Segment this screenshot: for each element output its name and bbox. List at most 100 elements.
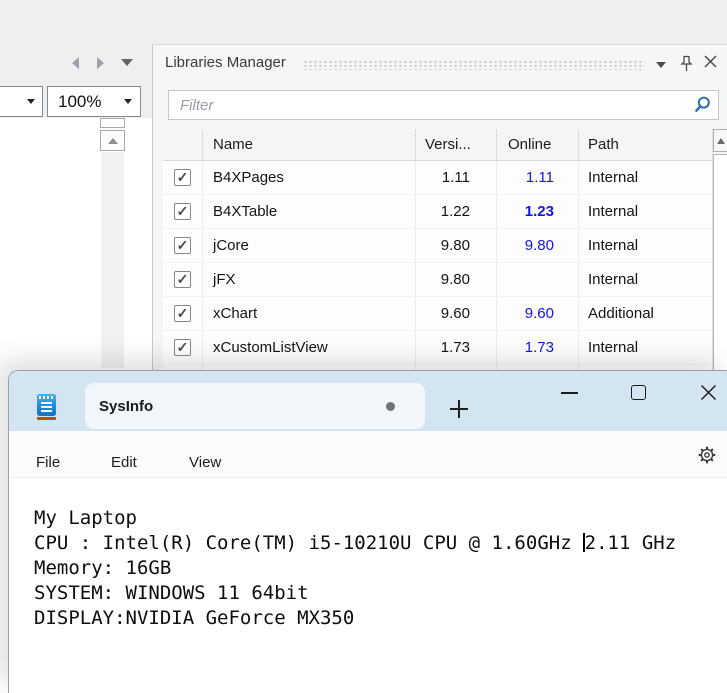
library-name: B4XPages [203,161,416,194]
editor-scrollbar[interactable] [101,152,124,368]
menu-item-label: File [36,454,61,471]
notepad-text-line: My Laptop [34,507,137,529]
splitter-grip[interactable] [100,118,125,128]
libraries-manager-panel: Libraries Manager Filter Name Versi... O… [152,44,727,376]
header-name[interactable]: Name [203,129,416,160]
library-online-version: 9.60 [497,297,579,330]
minimize-button[interactable] [561,392,578,394]
library-version: 1.22 [416,195,497,228]
library-version: 1.73 [416,331,497,364]
library-online-version: 1.11 [497,161,579,194]
library-name: B4XTable [203,195,416,228]
library-path: Internal [588,271,639,288]
notepad-text-line: Memory: 16GB [34,557,172,579]
table-row[interactable]: ✓ B4XPages 1.11 1.11 Internal [163,161,712,195]
row-checkbox-cell: ✓ [163,331,203,364]
check-icon: ✓ [176,202,189,219]
row-checkbox-cell: ✓ [163,229,203,262]
notepad-text-area[interactable]: My Laptop CPU : Intel(R) Core(TM) i5-102… [9,478,727,693]
table-row[interactable]: ✓ xCustomListView 1.73 1.73 Internal [163,331,712,365]
library-table-rows: ✓ B4XPages 1.11 1.11 Internal ✓ B4XTable… [163,161,712,376]
filter-field-wrap [168,90,719,120]
zoom-level-value: 100% [58,91,102,111]
library-path: Internal [588,203,639,220]
unsaved-indicator-dot [386,401,395,411]
library-name: jFX [203,263,416,296]
library-path: Internal [588,237,639,254]
library-version: 1.11 [416,161,497,194]
zoom-combobox[interactable]: 100% [47,86,141,117]
library-checkbox[interactable]: ✓ [174,169,191,186]
filter-input[interactable] [168,90,719,120]
menu-item[interactable]: File [36,454,60,471]
row-checkbox-cell: ✓ [163,161,203,194]
table-row[interactable]: ✓ jFX 9.80 Internal [163,263,712,297]
back-arrow-icon[interactable] [72,57,79,69]
library-path: Internal [588,339,639,356]
menu-item[interactable]: View [189,454,221,471]
check-icon: ✓ [176,304,189,321]
library-checkbox[interactable]: ✓ [174,237,191,254]
menu-item-label: Edit [111,454,137,471]
library-checkbox[interactable]: ✓ [174,339,191,356]
library-checkbox[interactable]: ✓ [174,271,191,288]
library-checkbox[interactable]: ✓ [174,203,191,220]
module-combobox[interactable] [0,86,43,117]
panel-title: Libraries Manager [165,54,286,71]
notepad-menubar: File Edit View [9,431,727,478]
library-online-version [497,263,579,296]
panel-drag-hatch[interactable] [303,60,645,70]
chevron-down-icon [124,99,132,104]
arrow-up-icon [716,137,725,144]
check-icon: ✓ [176,236,189,253]
new-tab-button[interactable] [450,400,468,418]
library-online-version: 9.80 [497,229,579,262]
tab-sysinfo[interactable]: SysInfo [85,383,425,429]
notepad-titlebar[interactable]: SysInfo [9,371,727,431]
tab-title: SysInfo [99,397,154,415]
library-name: jCore [203,229,416,262]
table-scroll-up-button[interactable] [713,129,727,152]
notepad-icon [37,394,56,420]
header-checkbox-column [163,129,203,160]
table-header-row: Name Versi... Online Path [163,129,712,161]
header-path[interactable]: Path [579,129,712,160]
library-version: 9.60 [416,297,497,330]
menu-item-label: View [189,454,222,471]
library-path: Internal [588,169,639,186]
header-online[interactable]: Online [497,129,579,160]
library-version: 9.80 [416,263,497,296]
screenshot-root: 4) , i Mod 100% Libraries Manager [0,0,727,693]
notepad-text-line: CPU : Intel(R) Core(TM) i5-10210U CPU @ … [34,532,677,554]
library-checkbox[interactable]: ✓ [174,305,191,322]
notepad-text-line: SYSTEM: WINDOWS 11 64bit [34,582,309,604]
chevron-down-icon [27,99,35,104]
panel-menu-icon[interactable] [656,62,666,68]
check-icon: ✓ [176,338,189,355]
row-checkbox-cell: ✓ [163,195,203,228]
check-icon: ✓ [176,270,189,287]
row-checkbox-cell: ✓ [163,263,203,296]
library-online-version: 1.23 [497,195,579,228]
row-checkbox-cell: ✓ [163,297,203,330]
header-version[interactable]: Versi... [416,129,497,160]
scroll-up-button[interactable] [100,130,125,151]
close-icon[interactable] [703,54,718,74]
table-row[interactable]: ✓ jCore 9.80 9.80 Internal [163,229,712,263]
maximize-button[interactable] [631,385,646,400]
table-scrollbar-thumb[interactable] [713,154,727,376]
table-row[interactable]: ✓ xChart 9.60 9.60 Additional [163,297,712,331]
dropdown-icon[interactable] [121,59,133,66]
close-button[interactable] [700,384,717,406]
library-name: xChart [203,297,416,330]
notepad-window: SysInfo File Edit View My Laptop CPU: I… [8,370,727,693]
table-row[interactable]: ✓ B4XTable 1.22 1.23 Internal [163,195,712,229]
pin-icon[interactable] [680,55,693,78]
gear-icon[interactable] [697,445,717,470]
notepad-text-line: DISPLAY:NVIDIA GeForce MX350 [34,607,355,629]
check-icon: ✓ [176,168,189,185]
library-online-version: 1.73 [497,331,579,364]
forward-arrow-icon[interactable] [97,57,104,69]
menu-item[interactable]: Edit [111,454,137,471]
libraries-table: Name Versi... Online Path ✓ B4XPages 1.1… [163,129,713,376]
